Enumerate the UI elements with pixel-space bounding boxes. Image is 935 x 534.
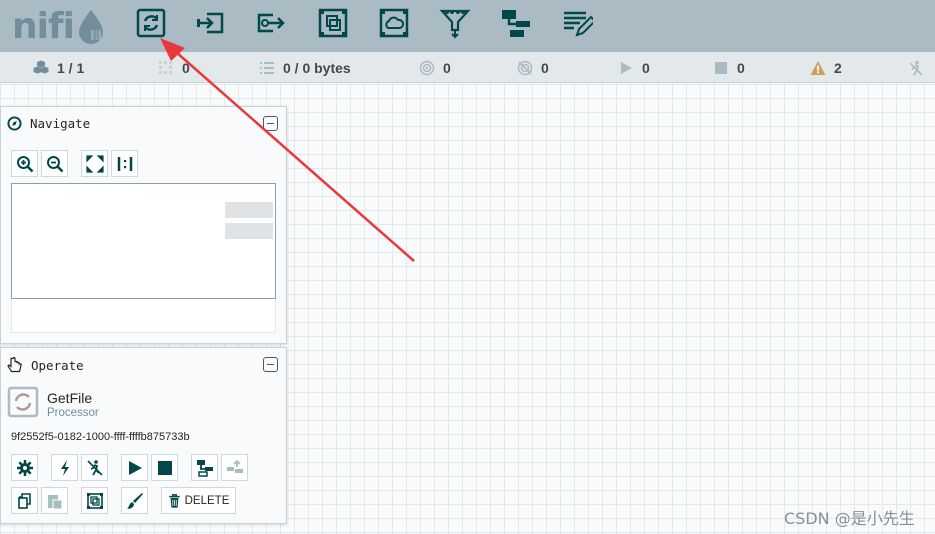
configure-button[interactable] <box>11 454 38 481</box>
label-tool[interactable] <box>560 5 594 41</box>
watermark: CSDN @是小先生 <box>784 509 915 528</box>
status-stopped: 0 <box>713 52 745 83</box>
components-count: 1 / 1 <box>57 59 85 76</box>
flash-icon <box>60 459 69 476</box>
upload-template-icon <box>226 459 243 473</box>
stop-icon <box>157 460 172 475</box>
delete-label: DELETE <box>184 494 230 507</box>
operate-title: Operate <box>31 357 84 373</box>
status-invalid: 2 <box>810 52 842 83</box>
input-port-tool[interactable] <box>194 5 228 41</box>
operate-collapse-button[interactable] <box>263 357 278 372</box>
grid-icon <box>159 60 172 74</box>
cubes-icon <box>33 60 49 73</box>
trash-icon <box>168 493 180 508</box>
play-icon <box>621 61 632 74</box>
status-disabled <box>908 52 932 83</box>
status-transmitting: 0 <box>158 52 190 83</box>
navigate-header[interactable]: Navigate <box>7 116 90 131</box>
queued-value: 0 / 0 bytes <box>283 59 351 76</box>
paste-button[interactable] <box>41 487 68 514</box>
label-icon <box>564 11 593 37</box>
processor-tool[interactable] <box>134 5 168 41</box>
processor-icon <box>7 386 39 418</box>
status-running: 0 <box>618 52 650 83</box>
remote-process-group-tool[interactable] <box>377 5 411 41</box>
status-remote-transmitting: 0 <box>419 52 451 83</box>
stop-icon <box>715 61 727 74</box>
expand-icon <box>85 154 104 173</box>
copy-button[interactable] <box>11 487 38 514</box>
selection-type: Processor <box>47 407 99 419</box>
funnel-icon <box>439 9 471 39</box>
stopped-count: 0 <box>737 59 745 76</box>
remote-process-group-icon <box>379 8 409 38</box>
disable-button[interactable] <box>81 454 108 481</box>
funnel-tool[interactable] <box>438 5 472 41</box>
navigate-collapse-button[interactable] <box>263 116 278 131</box>
status-bar: 1 / 1 0 0 / 0 bytes 0 0 0 0 2 <box>0 52 935 83</box>
delete-button[interactable]: DELETE <box>161 487 236 514</box>
process-group-tool[interactable] <box>316 5 350 41</box>
list-icon <box>260 61 274 74</box>
invalid-count: 2 <box>834 59 842 76</box>
not-transmitting-icon <box>517 60 533 75</box>
status-remote-not-transmitting: 0 <box>517 52 549 83</box>
zoom-out-button[interactable] <box>41 150 68 177</box>
navigate-title: Navigate <box>30 116 91 131</box>
nifi-logo: nifi <box>12 4 108 48</box>
gear-icon <box>16 459 33 476</box>
birdseye-view[interactable] <box>11 183 276 299</box>
template-icon <box>196 459 213 477</box>
copy-icon <box>17 492 31 509</box>
start-button[interactable] <box>121 454 148 481</box>
navigate-panel: Navigate <box>0 106 287 344</box>
transmitting-count: 0 <box>182 59 190 76</box>
create-template-button[interactable] <box>191 454 218 481</box>
global-toolbar: nifi <box>0 0 935 52</box>
input-port-icon <box>197 12 224 34</box>
remote-transmitting-count: 0 <box>443 59 451 76</box>
upload-template-button[interactable] <box>221 454 248 481</box>
running-count: 0 <box>642 59 650 76</box>
paste-icon <box>47 494 62 509</box>
transmitting-icon <box>419 60 435 75</box>
operate-header[interactable]: Operate <box>7 357 84 373</box>
color-button[interactable] <box>121 487 148 514</box>
group-button[interactable] <box>81 487 108 514</box>
template-tool[interactable] <box>499 5 533 41</box>
operate-panel: Operate GetFile Processor 9f2552f5-0182-… <box>0 347 287 524</box>
remote-not-transmitting-count: 0 <box>541 59 549 76</box>
paint-brush-icon <box>126 492 143 509</box>
birdseye-component <box>225 202 273 218</box>
drop-icon <box>78 10 103 44</box>
output-port-tool[interactable] <box>254 5 288 41</box>
selection-id: 9f2552f5-0182-1000-ffff-ffffb875733b <box>11 431 190 443</box>
status-components: 1 / 1 <box>33 52 84 83</box>
actual-size-button[interactable] <box>111 150 138 177</box>
actual-size-icon <box>117 156 132 171</box>
processor-icon <box>136 8 166 38</box>
selection-name: GetFile <box>47 390 93 406</box>
logo-text: nifi <box>12 5 75 47</box>
birdseye-component <box>225 223 273 239</box>
status-queued: 0 / 0 bytes <box>259 52 351 83</box>
disable-icon <box>86 459 103 476</box>
group-icon <box>86 492 103 509</box>
disabled-icon <box>909 60 923 75</box>
zoom-in-icon <box>16 155 33 172</box>
hand-pointer-icon <box>7 357 22 373</box>
output-port-icon <box>257 13 285 33</box>
play-icon <box>128 460 142 475</box>
zoom-in-button[interactable] <box>11 150 38 177</box>
process-group-icon <box>318 8 348 38</box>
template-icon <box>502 10 530 37</box>
stop-button[interactable] <box>151 454 178 481</box>
zoom-out-icon <box>46 155 63 172</box>
birdseye-footer <box>11 299 276 333</box>
warning-icon <box>810 60 826 75</box>
compass-icon <box>7 116 22 131</box>
enable-button[interactable] <box>51 454 78 481</box>
fit-button[interactable] <box>81 150 108 177</box>
